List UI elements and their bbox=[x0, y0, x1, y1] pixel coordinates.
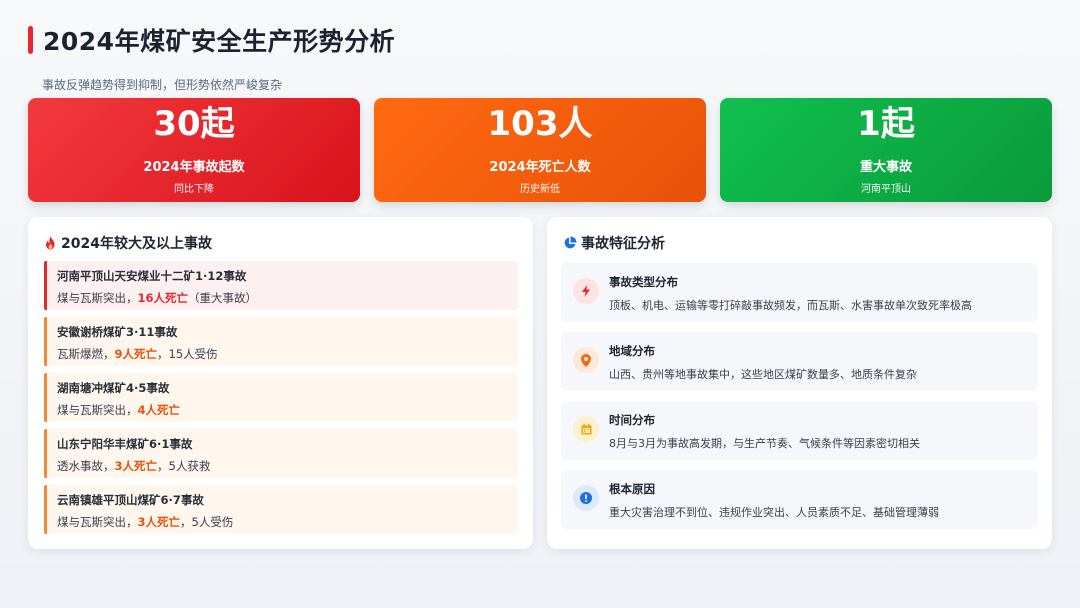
accident-cause: 透水事故， bbox=[57, 459, 115, 473]
page-header: 2024年煤矿安全生产形势分析 事故反弹趋势得到抑制，但形势依然严峻复杂 bbox=[28, 22, 1052, 93]
feature-title: 地域分布 bbox=[609, 344, 655, 358]
accident-name: 湖南塘冲煤矿4·5事故 bbox=[57, 381, 170, 395]
page-subtitle: 事故反弹趋势得到抑制，但形势依然严峻复杂 bbox=[42, 78, 283, 92]
list-item: 安徽谢桥煤矿3·11事故 瓦斯爆燃，9人死亡，15人受伤 bbox=[44, 317, 518, 366]
accident-cause: 煤与瓦斯突出， bbox=[57, 291, 138, 305]
bolt-icon bbox=[573, 278, 599, 304]
accident-extra: ，5人受伤 bbox=[180, 515, 234, 529]
accidents-panel-title: 2024年较大及以上事故 bbox=[44, 233, 212, 253]
stat-card-major: 1起 重大事故 河南平顶山 bbox=[720, 98, 1052, 202]
stat-label: 2024年事故起数 bbox=[143, 160, 245, 175]
accident-cause: 瓦斯爆燃， bbox=[57, 347, 115, 361]
stat-value: 103人 bbox=[487, 104, 593, 144]
stat-value: 1起 bbox=[857, 104, 915, 144]
pie-chart-icon bbox=[564, 236, 577, 249]
accident-extra: ，5人获救 bbox=[157, 459, 211, 473]
features-panel-title: 事故特征分析 bbox=[563, 233, 665, 253]
accident-deaths: 16人死亡 bbox=[137, 291, 189, 305]
info-icon bbox=[573, 485, 599, 511]
list-item: 地域分布 山西、贵州等地事故集中，这些地区煤矿数量多、地质条件复杂 bbox=[561, 332, 1038, 391]
list-item: 根本原因 重大灾害治理不到位、违规作业突出、人员素质不足、基础管理薄弱 bbox=[561, 470, 1038, 529]
accident-detail: 煤与瓦斯突出，4人死亡 bbox=[57, 402, 518, 418]
accident-deaths: 3人死亡 bbox=[137, 515, 181, 529]
feature-title: 时间分布 bbox=[609, 413, 655, 427]
accident-name: 河南平顶山天安煤业十二矿1·12事故 bbox=[57, 269, 247, 283]
stat-note: 历史新低 bbox=[520, 184, 560, 195]
feature-desc: 8月与3月为事故高发期，与生产节奏、气候条件等因素密切相关 bbox=[609, 437, 920, 450]
accident-detail: 透水事故，3人死亡，5人获救 bbox=[57, 458, 518, 474]
feature-desc: 山西、贵州等地事故集中，这些地区煤矿数量多、地质条件复杂 bbox=[609, 368, 917, 381]
list-item: 事故类型分布 顶板、机电、运输等零打碎敲事故频发，而瓦斯、水害事故单次致死率极高 bbox=[561, 263, 1038, 322]
feature-desc: 重大灾害治理不到位、违规作业突出、人员素质不足、基础管理薄弱 bbox=[609, 506, 939, 519]
map-pin-icon bbox=[573, 347, 599, 373]
accident-detail: 煤与瓦斯突出，16人死亡（重大事故） bbox=[57, 290, 518, 306]
accidents-panel: 2024年较大及以上事故 河南平顶山天安煤业十二矿1·12事故 煤与瓦斯突出，1… bbox=[28, 217, 533, 549]
feature-text: 事故类型分布 顶板、机电、运输等零打碎敲事故频发，而瓦斯、水害事故单次致死率极高 bbox=[609, 274, 972, 313]
accident-extra: （重大事故） bbox=[188, 291, 258, 305]
panel-title-text: 事故特征分析 bbox=[581, 236, 665, 252]
accident-name: 云南镇雄平顶山煤矿6·7事故 bbox=[57, 493, 204, 507]
title-accent-bar bbox=[28, 26, 33, 54]
accident-extra: ，15人受伤 bbox=[157, 347, 218, 361]
stat-card-deaths: 103人 2024年死亡人数 历史新低 bbox=[374, 98, 706, 202]
list-item: 云南镇雄平顶山煤矿6·7事故 煤与瓦斯突出，3人死亡，5人受伤 bbox=[44, 485, 518, 534]
panel-title-text: 2024年较大及以上事故 bbox=[61, 236, 212, 252]
list-item: 湖南塘冲煤矿4·5事故 煤与瓦斯突出，4人死亡 bbox=[44, 373, 518, 422]
accident-cause: 煤与瓦斯突出， bbox=[57, 403, 138, 417]
feature-list: 事故类型分布 顶板、机电、运输等零打碎敲事故频发，而瓦斯、水害事故单次致死率极高… bbox=[561, 263, 1038, 539]
accident-list: 河南平顶山天安煤业十二矿1·12事故 煤与瓦斯突出，16人死亡（重大事故） 安徽… bbox=[44, 261, 518, 541]
stat-value: 30起 bbox=[153, 104, 235, 144]
page-title: 2024年煤矿安全生产形势分析 bbox=[43, 27, 396, 56]
accident-name: 山东宁阳华丰煤矿6·1事故 bbox=[57, 437, 193, 451]
feature-title: 根本原因 bbox=[609, 482, 655, 496]
stat-note: 河南平顶山 bbox=[861, 184, 911, 195]
title-row: 2024年煤矿安全生产形势分析 bbox=[28, 22, 1052, 58]
calendar-icon bbox=[573, 416, 599, 442]
fire-icon bbox=[46, 236, 55, 250]
feature-text: 地域分布 山西、贵州等地事故集中，这些地区煤矿数量多、地质条件复杂 bbox=[609, 343, 917, 382]
accident-deaths: 4人死亡 bbox=[137, 403, 181, 417]
accident-detail: 煤与瓦斯突出，3人死亡，5人受伤 bbox=[57, 514, 518, 530]
accident-detail: 瓦斯爆燃，9人死亡，15人受伤 bbox=[57, 346, 518, 362]
feature-desc: 顶板、机电、运输等零打碎敲事故频发，而瓦斯、水害事故单次致死率极高 bbox=[609, 299, 972, 312]
features-panel: 事故特征分析 事故类型分布 顶板、机电、运输等零打碎敲事故频发，而瓦斯、水害事故… bbox=[547, 217, 1052, 549]
feature-text: 时间分布 8月与3月为事故高发期，与生产节奏、气候条件等因素密切相关 bbox=[609, 412, 920, 451]
list-item: 时间分布 8月与3月为事故高发期，与生产节奏、气候条件等因素密切相关 bbox=[561, 401, 1038, 460]
stats-row: 30起 2024年事故起数 同比下降 103人 2024年死亡人数 历史新低 1… bbox=[28, 98, 1052, 202]
accident-deaths: 9人死亡 bbox=[114, 347, 158, 361]
stat-label: 2024年死亡人数 bbox=[489, 160, 591, 175]
list-item: 河南平顶山天安煤业十二矿1·12事故 煤与瓦斯突出，16人死亡（重大事故） bbox=[44, 261, 518, 310]
stat-label: 重大事故 bbox=[859, 160, 912, 175]
feature-text: 根本原因 重大灾害治理不到位、违规作业突出、人员素质不足、基础管理薄弱 bbox=[609, 481, 939, 520]
accident-deaths: 3人死亡 bbox=[114, 459, 158, 473]
stat-note: 同比下降 bbox=[174, 184, 214, 195]
accident-name: 安徽谢桥煤矿3·11事故 bbox=[57, 325, 178, 339]
accident-cause: 煤与瓦斯突出， bbox=[57, 515, 138, 529]
stat-card-accidents: 30起 2024年事故起数 同比下降 bbox=[28, 98, 360, 202]
feature-title: 事故类型分布 bbox=[609, 275, 678, 289]
list-item: 山东宁阳华丰煤矿6·1事故 透水事故，3人死亡，5人获救 bbox=[44, 429, 518, 478]
